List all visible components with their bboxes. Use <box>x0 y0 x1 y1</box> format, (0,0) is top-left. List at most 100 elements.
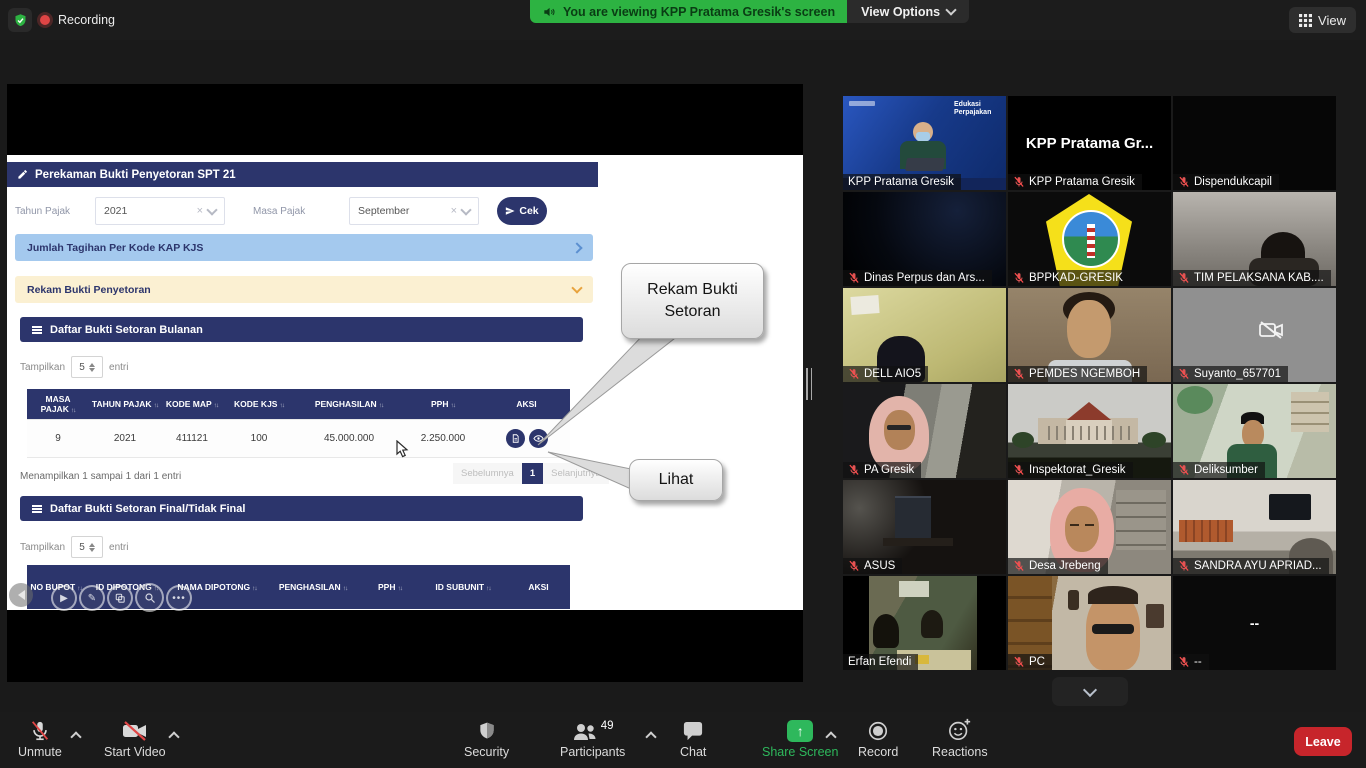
camera-off-icon <box>1259 320 1283 340</box>
reactions-button[interactable]: Reactions <box>932 718 988 759</box>
chevron-down-icon <box>945 4 956 15</box>
col-masa-pajak[interactable]: MASA PAJAK↑↓ <box>27 389 89 420</box>
participant-tile-dinas-perpus[interactable]: Dinas Perpus dan Ars... <box>843 192 1006 286</box>
participant-tile-dispendukcapil[interactable]: Dispendukcapil <box>1173 96 1336 190</box>
play-icon[interactable]: ▶ <box>51 585 77 611</box>
participant-tile-inspektorat[interactable]: Inspektorat_Gresik <box>1008 384 1171 478</box>
more-icon[interactable]: ••• <box>166 585 192 611</box>
leave-button[interactable]: Leave <box>1294 727 1352 756</box>
security-shield-icon[interactable] <box>8 8 32 32</box>
muted-mic-icon <box>1178 368 1190 380</box>
participant-tile-pc[interactable]: PC <box>1008 576 1171 670</box>
participant-nameplate: KPP Pratama Gresik <box>1008 174 1142 190</box>
view-options-button[interactable]: View Options <box>847 0 969 23</box>
masa-pajak-select[interactable]: September × <box>349 197 479 225</box>
pen-icon[interactable]: ✎ <box>79 585 105 611</box>
next-page-button[interactable]: Selanjutnya <box>543 463 609 484</box>
col-pph[interactable]: PPH↑↓ <box>403 389 483 420</box>
prev-page-button[interactable]: Sebelumnya <box>453 463 522 484</box>
participants-button[interactable]: 49 Participants <box>560 718 625 759</box>
muted-mic-icon <box>848 560 860 572</box>
mic-options-chevron[interactable] <box>70 731 81 742</box>
magnifier-icon[interactable] <box>135 583 164 612</box>
meeting-toolbar: Unmute Start Video Security 49 Participa… <box>0 712 1366 768</box>
panel-resize-handle[interactable] <box>806 368 812 400</box>
unmute-button[interactable]: Unmute <box>18 718 62 759</box>
participant-name: PA Gresik <box>864 464 914 476</box>
muted-mic-icon <box>1178 656 1190 668</box>
jumlah-tagihan-label: Jumlah Tagihan Per Kode KAP KJS <box>27 242 203 254</box>
col-kode-kjs[interactable]: KODE KJS↑↓ <box>223 389 295 420</box>
lihat-button[interactable] <box>529 429 548 448</box>
unmute-label: Unmute <box>18 745 62 759</box>
participant-tile-tim-pelaksana[interactable]: TIM PELAKSANA KAB.... <box>1173 192 1336 286</box>
collapse-panel-arrow[interactable] <box>9 583 33 607</box>
recording-indicator: Recording <box>8 8 115 32</box>
chat-button[interactable]: Chat <box>680 718 706 759</box>
current-page-button[interactable]: 1 <box>522 463 543 484</box>
record-button[interactable]: Record <box>858 718 898 759</box>
participant-tile-sandra-ayu[interactable]: SANDRA AYU APRIAD... <box>1173 480 1336 574</box>
participant-tile-dell-aio5[interactable]: DELL AIO5 <box>843 288 1006 382</box>
col-penghasilan[interactable]: PENGHASILAN↑↓ <box>295 389 403 420</box>
participant-nameplate: Inspektorat_Gresik <box>1008 462 1133 478</box>
participant-tile-kpp-pratama-gresik-video[interactable]: Edukasi Perpajakan KPP Pratama Gresik <box>843 96 1006 190</box>
bulanan-section-header: Daftar Bukti Setoran Bulanan <box>20 317 583 342</box>
cek-button[interactable]: Cek <box>497 197 547 225</box>
participant-tile-pemdes-ngemboh[interactable]: PEMDES NGEMBOH <box>1008 288 1171 382</box>
tahun-pajak-value: 2021 <box>104 205 127 217</box>
participant-tile-suyanto[interactable]: Suyanto_657701 <box>1173 288 1336 382</box>
jumlah-tagihan-panel[interactable]: Jumlah Tagihan Per Kode KAP KJS <box>15 234 593 261</box>
rekam-bukti-setoran-button[interactable] <box>506 429 525 448</box>
rekam-bukti-panel[interactable]: Rekam Bukti Penyetoran <box>15 276 593 303</box>
participant-name: Dinas Perpus dan Ars... <box>864 272 985 284</box>
cell-penghasilan: 45.000.000 <box>295 420 403 458</box>
participant-tile-bppkad-gresik[interactable]: BPPKAD-GRESIK <box>1008 192 1171 286</box>
shared-screen-region: Perekaman Bukti Penyetoran SPT 21 Tahun … <box>7 84 803 682</box>
muted-mic-icon <box>1013 176 1025 188</box>
participant-tile-deliksumber[interactable]: Deliksumber <box>1173 384 1336 478</box>
mouse-cursor <box>396 440 410 458</box>
page-size-select[interactable]: 5 <box>71 536 103 558</box>
clear-icon[interactable]: × <box>197 205 203 217</box>
view-button[interactable]: View <box>1289 7 1356 33</box>
participant-tile-dashes[interactable]: -- -- <box>1173 576 1336 670</box>
gallery-collapse-button[interactable] <box>1052 677 1128 706</box>
tahun-pajak-label: Tahun Pajak <box>15 206 70 217</box>
col-pph[interactable]: PPH↑↓ <box>361 565 419 609</box>
cell-kode-kjs: 100 <box>223 420 295 458</box>
video-options-chevron[interactable] <box>168 731 179 742</box>
participants-label: Participants <box>560 745 625 759</box>
participant-name: KPP Pratama Gresik <box>848 176 954 188</box>
col-penghasilan[interactable]: PENGHASILAN↑↓ <box>265 565 361 609</box>
participant-tile-kpp-pratama-gresik-name[interactable]: KPP Pratama Gr... KPP Pratama Gresik <box>1008 96 1171 190</box>
tahun-pajak-select[interactable]: 2021 × <box>95 197 225 225</box>
list-icon <box>32 505 42 513</box>
cell-kode-map: 411121 <box>161 420 223 458</box>
participant-tile-pa-gresik[interactable]: PA Gresik <box>843 384 1006 478</box>
participant-nameplate: Dinas Perpus dan Ars... <box>843 270 992 286</box>
participant-tile-asus[interactable]: ASUS <box>843 480 1006 574</box>
send-icon <box>505 206 515 216</box>
copy-icon[interactable] <box>107 585 133 611</box>
grid-icon <box>1299 14 1312 27</box>
security-label: Security <box>464 745 509 759</box>
tampilkan-label: Tampilkan <box>20 542 65 553</box>
muted-mic-icon <box>1013 368 1025 380</box>
participants-options-chevron[interactable] <box>645 731 656 742</box>
page-size-select[interactable]: 5 <box>71 356 103 378</box>
col-id-subunit[interactable]: ID SUBUNIT↑↓ <box>419 565 507 609</box>
clear-icon[interactable]: × <box>451 205 457 217</box>
participant-tile-erfan-efendi[interactable]: Erfan Efendi <box>843 576 1006 670</box>
final-section-header: Daftar Bukti Setoran Final/Tidak Final <box>20 496 583 521</box>
entri-label: entri <box>109 362 128 373</box>
recording-label: Recording <box>58 13 115 27</box>
participant-tile-desa-jrebeng[interactable]: Desa Jrebeng <box>1008 480 1171 574</box>
start-video-button[interactable]: Start Video <box>104 718 166 759</box>
participant-name: Suyanto_657701 <box>1194 368 1281 380</box>
participant-name: Inspektorat_Gresik <box>1029 464 1126 476</box>
final-title: Daftar Bukti Setoran Final/Tidak Final <box>50 503 245 515</box>
col-kode-map[interactable]: KODE MAP↑↓ <box>161 389 223 420</box>
col-tahun-pajak[interactable]: TAHUN PAJAK↑↓ <box>89 389 161 420</box>
security-button[interactable]: Security <box>464 718 509 759</box>
